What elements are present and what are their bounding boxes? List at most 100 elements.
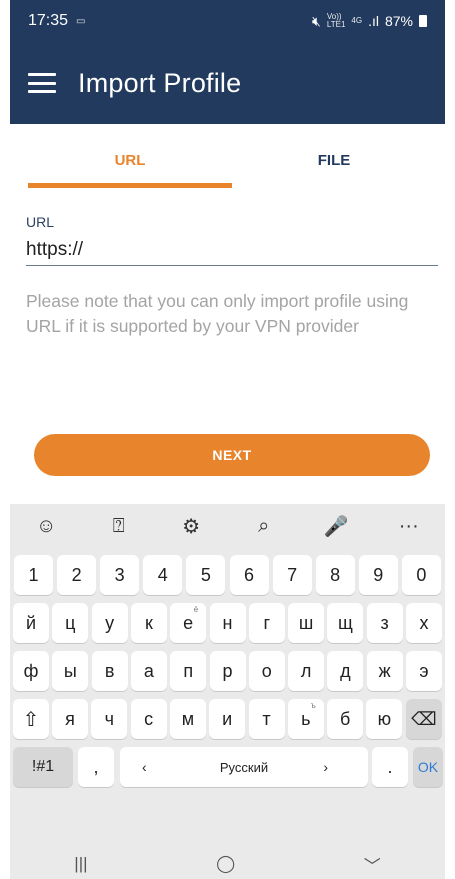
key-т[interactable]: т bbox=[248, 699, 285, 739]
comma-key-label: , bbox=[93, 756, 99, 777]
language-next-icon[interactable]: › bbox=[323, 759, 328, 775]
backspace-key-label: ⌫ bbox=[411, 708, 437, 729]
next-button[interactable]: NEXT bbox=[34, 434, 430, 476]
key-ф[interactable]: ф bbox=[13, 651, 49, 691]
shift-key-label: ⇧ bbox=[22, 708, 40, 731]
battery-icon bbox=[419, 15, 427, 27]
key-ш[interactable]: ш bbox=[288, 603, 325, 643]
key-ю-label: ю bbox=[377, 708, 392, 729]
key-б-label: б bbox=[339, 708, 351, 729]
key-я[interactable]: я bbox=[52, 699, 88, 739]
ok-key[interactable]: OK bbox=[413, 747, 443, 787]
key-л-label: л bbox=[300, 660, 312, 681]
key-х[interactable]: х bbox=[406, 603, 442, 643]
network-type: 4G bbox=[351, 16, 363, 25]
system-nav-bar: ||| ◯ ﹀ bbox=[10, 849, 445, 879]
key-у[interactable]: у bbox=[91, 603, 128, 643]
key-э[interactable]: э bbox=[406, 651, 442, 691]
key-е-label: е bbox=[183, 612, 194, 633]
key-а-label: а bbox=[143, 660, 154, 681]
settings-icon[interactable]: ⚙ bbox=[171, 514, 211, 539]
backspace-key[interactable]: ⌫ bbox=[406, 699, 442, 739]
status-time: 17:35 bbox=[28, 12, 69, 29]
url-field-label: URL bbox=[26, 214, 55, 230]
shift-key[interactable]: ⇧ bbox=[13, 699, 49, 739]
key-п-label: п bbox=[183, 660, 194, 681]
back-button[interactable]: ﹀ bbox=[364, 852, 381, 877]
key-я-label: я bbox=[65, 708, 75, 729]
sticker-icon[interactable]: ⍰ bbox=[99, 515, 139, 538]
key-7[interactable]: 7 bbox=[272, 555, 312, 595]
tab-bar: URL FILE bbox=[10, 124, 445, 196]
ok-key-label: OK bbox=[417, 759, 439, 775]
key-0[interactable]: 0 bbox=[401, 555, 441, 595]
status-indicators: 🔇︎ Vo)) LTE1 4G .ıl 87% bbox=[312, 13, 427, 30]
key-ц[interactable]: ц bbox=[52, 603, 89, 643]
key-м[interactable]: м bbox=[169, 699, 206, 739]
recents-button[interactable]: ||| bbox=[74, 854, 87, 874]
key-н[interactable]: н bbox=[209, 603, 246, 643]
key-е[interactable]: её bbox=[170, 603, 207, 643]
key-1[interactable]: 1 bbox=[14, 555, 53, 595]
key-ь-label: ь bbox=[301, 708, 311, 729]
key-с[interactable]: с bbox=[130, 699, 167, 739]
key-ы[interactable]: ы bbox=[52, 651, 89, 691]
key-ж[interactable]: ж bbox=[366, 651, 403, 691]
key-е-alt-label: ё bbox=[193, 605, 199, 614]
home-button[interactable]: ◯ bbox=[216, 854, 235, 874]
keyboard-toolbar: ☺ ⍰ ⚙ ⌕ 🎤 ··· bbox=[10, 504, 445, 548]
key-к[interactable]: к bbox=[130, 603, 167, 643]
key-й[interactable]: й bbox=[13, 603, 49, 643]
key-ч-label: ч bbox=[104, 708, 114, 729]
space-key[interactable]: Русский ‹ › bbox=[120, 747, 368, 787]
key-ю[interactable]: ю bbox=[366, 699, 403, 739]
key-ч[interactable]: ч bbox=[91, 699, 128, 739]
key-0-label: 0 bbox=[416, 564, 427, 585]
more-icon[interactable]: ··· bbox=[389, 515, 429, 538]
key-з[interactable]: з bbox=[366, 603, 403, 643]
period-key[interactable]: . bbox=[372, 747, 408, 787]
key-к-label: к bbox=[144, 612, 153, 633]
key-п[interactable]: п bbox=[170, 651, 207, 691]
page-title: Import Profile bbox=[78, 67, 242, 98]
emoji-icon[interactable]: ☺ bbox=[26, 515, 66, 538]
key-3[interactable]: 3 bbox=[100, 555, 140, 595]
key-г[interactable]: г bbox=[248, 603, 285, 643]
key-4[interactable]: 4 bbox=[143, 555, 183, 595]
symbols-key-label: !#1 bbox=[31, 758, 55, 775]
key-р[interactable]: р bbox=[209, 651, 246, 691]
language-prev-icon[interactable]: ‹ bbox=[142, 759, 147, 775]
key-и-label: и bbox=[222, 708, 233, 729]
key-щ[interactable]: щ bbox=[327, 603, 364, 643]
key-и[interactable]: и bbox=[209, 699, 246, 739]
symbols-key[interactable]: !#1 bbox=[13, 747, 73, 787]
key-ф-label: ф bbox=[23, 660, 39, 681]
microphone-icon[interactable]: 🎤 bbox=[316, 514, 356, 539]
key-л[interactable]: л bbox=[288, 651, 325, 691]
period-key-label: . bbox=[387, 756, 393, 777]
key-б[interactable]: б bbox=[327, 699, 364, 739]
signal-icon: .ıl bbox=[368, 13, 379, 29]
tab-file[interactable]: FILE bbox=[232, 124, 436, 196]
hamburger-menu-icon[interactable] bbox=[28, 73, 56, 93]
key-д[interactable]: д bbox=[327, 651, 364, 691]
key-в-label: в bbox=[104, 660, 115, 681]
key-ь[interactable]: ьъ bbox=[287, 699, 324, 739]
url-input[interactable] bbox=[26, 234, 438, 266]
key-о[interactable]: о bbox=[248, 651, 285, 691]
comma-key[interactable]: , bbox=[78, 747, 114, 787]
search-icon[interactable]: ⌕ bbox=[244, 515, 284, 538]
key-2[interactable]: 2 bbox=[57, 555, 97, 595]
key-7-label: 7 bbox=[287, 564, 298, 585]
key-а[interactable]: а bbox=[130, 651, 167, 691]
key-г-label: г bbox=[263, 612, 271, 633]
key-5[interactable]: 5 bbox=[186, 555, 226, 595]
key-в[interactable]: в bbox=[91, 651, 128, 691]
key-м-label: м bbox=[181, 708, 195, 729]
key-9[interactable]: 9 bbox=[358, 555, 398, 595]
key-ь-alt-label: ъ bbox=[310, 701, 316, 710]
key-з-label: з bbox=[380, 612, 389, 633]
key-6[interactable]: 6 bbox=[229, 555, 269, 595]
key-8[interactable]: 8 bbox=[315, 555, 355, 595]
status-bar: 17:35 ▭ 🔇︎ Vo)) LTE1 4G .ıl 87% bbox=[10, 0, 445, 42]
